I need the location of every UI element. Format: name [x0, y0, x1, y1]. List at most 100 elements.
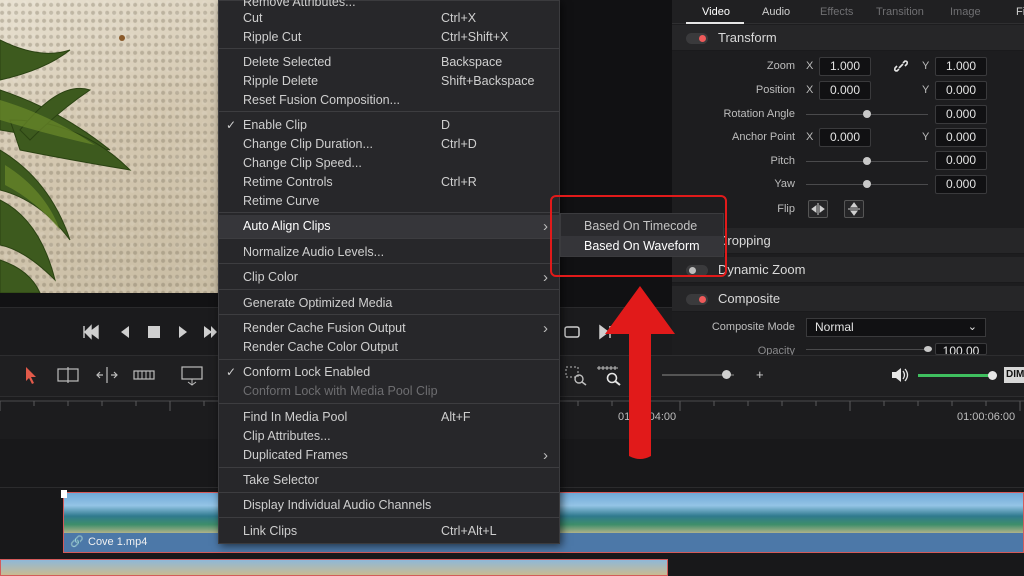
- menu-item-normalize-audio-levels[interactable]: Normalize Audio Levels...: [243, 245, 384, 259]
- volume-slider-knob[interactable]: [988, 371, 997, 380]
- menu-shortcut-delete-selected: Backspace: [441, 55, 503, 69]
- menu-item-render-cache-color-output[interactable]: Render Cache Color Output: [243, 340, 398, 354]
- audio-clip-cove[interactable]: [0, 559, 668, 576]
- pitch-slider-knob[interactable]: [863, 157, 871, 165]
- menu-item-take-selector[interactable]: Take Selector: [243, 473, 319, 487]
- menu-item-generate-optimized-media[interactable]: Generate Optimized Media: [243, 296, 392, 310]
- menu-item-ripple-delete[interactable]: Ripple Delete: [243, 74, 318, 88]
- rotation-field[interactable]: 0.000: [935, 105, 987, 124]
- menu-separator: [219, 48, 559, 49]
- menu-item-auto-align-clips[interactable]: Auto Align Clips: [243, 219, 331, 233]
- opacity-slider[interactable]: [806, 346, 932, 352]
- clip-name: Cove 1.mp4: [88, 536, 148, 548]
- flip-horizontal-button[interactable]: [808, 200, 828, 218]
- flip-vertical-button[interactable]: [844, 200, 864, 218]
- menu-item-reset-fusion-composition[interactable]: Reset Fusion Composition...: [243, 93, 400, 107]
- zoom-y-field[interactable]: 1.000: [935, 57, 987, 76]
- loop-icon[interactable]: [563, 324, 581, 340]
- menu-item-retime-controls[interactable]: Retime Controls: [243, 175, 333, 189]
- ruler-timecode-2: 01:00:06:00: [957, 411, 1016, 423]
- zoom-detail-icon[interactable]: [565, 366, 587, 386]
- composite-toggle[interactable]: [686, 294, 708, 305]
- zoom-x-field[interactable]: 1.000: [819, 57, 871, 76]
- inspector-tabs: Video Audio Effects Transition Image Fi: [672, 0, 1024, 24]
- link-zoom-icon[interactable]: [893, 59, 909, 73]
- yaw-slider-knob[interactable]: [863, 180, 871, 188]
- menu-item-clip-color[interactable]: Clip Color: [243, 270, 298, 284]
- tab-image[interactable]: Image: [950, 6, 981, 18]
- menu-item-conform-lock-enabled[interactable]: Conform Lock Enabled: [243, 365, 370, 379]
- menu-separator: [219, 212, 559, 213]
- zoom-in-icon[interactable]: +: [756, 367, 764, 382]
- trim-tool-icon[interactable]: [54, 366, 82, 384]
- yaw-slider[interactable]: [806, 180, 928, 188]
- yaw-field[interactable]: 0.000: [935, 175, 987, 194]
- menu-item-change-clip-duration[interactable]: Change Clip Duration...: [243, 137, 373, 151]
- menu-item-find-in-media-pool[interactable]: Find In Media Pool: [243, 410, 347, 424]
- menu-item-cut[interactable]: Cut: [243, 11, 262, 25]
- tab-file[interactable]: Fi: [1016, 6, 1024, 18]
- viewer-bottom-bar: [0, 293, 218, 307]
- transform-toggle[interactable]: [686, 33, 708, 44]
- menu-shortcut-find-in-media-pool: Alt+F: [441, 410, 471, 424]
- pitch-slider[interactable]: [806, 157, 928, 165]
- anchor-y-field[interactable]: 0.000: [935, 128, 987, 147]
- menu-separator: [219, 517, 559, 518]
- tab-video[interactable]: Video: [702, 6, 730, 18]
- flip-vertical-icon: [848, 202, 860, 216]
- opacity-field[interactable]: 100.00: [935, 343, 987, 355]
- menu-item-duplicated-frames[interactable]: Duplicated Frames: [243, 448, 348, 462]
- chevron-down-icon: ⌄: [967, 321, 977, 333]
- menu-item-remove-attributes[interactable]: Remove Attributes...: [243, 0, 356, 9]
- menu-item-delete-selected[interactable]: Delete Selected: [243, 55, 331, 69]
- menu-shortcut-retime-controls: Ctrl+R: [441, 175, 477, 189]
- transform-section-header[interactable]: Transform: [672, 25, 1024, 51]
- dynamic-trim-icon[interactable]: [94, 366, 120, 384]
- position-y-field[interactable]: 0.000: [935, 81, 987, 100]
- composite-section-header[interactable]: Composite: [672, 286, 1024, 312]
- play-reverse-icon[interactable]: [116, 324, 134, 340]
- selection-tool-icon[interactable]: [24, 366, 38, 384]
- volume-icon[interactable]: [890, 367, 910, 383]
- position-y-axis: Y: [922, 84, 930, 96]
- go-to-start-icon[interactable]: [82, 324, 100, 340]
- dim-button[interactable]: DIM: [1004, 367, 1024, 383]
- stop-icon[interactable]: [145, 324, 163, 340]
- menu-item-change-clip-speed[interactable]: Change Clip Speed...: [243, 156, 362, 170]
- anchor-x-field[interactable]: 0.000: [819, 128, 871, 147]
- viewer-frame: [0, 0, 218, 293]
- menu-shortcut-link-clips: Ctrl+Alt+L: [441, 524, 497, 538]
- pitch-field[interactable]: 0.000: [935, 151, 987, 170]
- menu-item-enable-clip[interactable]: Enable Clip: [243, 118, 307, 132]
- volume-slider[interactable]: [918, 371, 997, 380]
- position-x-field[interactable]: 0.000: [819, 81, 871, 100]
- menu-item-retime-curve[interactable]: Retime Curve: [243, 194, 319, 208]
- anchor-y-axis: Y: [922, 131, 930, 143]
- menu-separator: [219, 359, 559, 360]
- menu-separator: [219, 238, 559, 239]
- menu-separator: [219, 314, 559, 315]
- zoom-y-axis: Y: [922, 60, 930, 72]
- rotation-slider[interactable]: [806, 110, 928, 118]
- opacity-label: Opacity: [757, 345, 795, 355]
- opacity-slider-knob[interactable]: [924, 346, 932, 352]
- tab-effects[interactable]: Effects: [820, 6, 853, 18]
- pitch-label: Pitch: [770, 155, 795, 167]
- menu-item-render-cache-fusion-output[interactable]: Render Cache Fusion Output: [243, 321, 406, 335]
- insert-clip-icon[interactable]: [178, 364, 206, 386]
- menu-item-clip-attributes[interactable]: Clip Attributes...: [243, 429, 331, 443]
- annotation-arrow-icon: [605, 286, 675, 459]
- menu-item-display-individual-audio-channels[interactable]: Display Individual Audio Channels: [243, 498, 431, 512]
- tab-transition[interactable]: Transition: [876, 6, 924, 18]
- menu-separator: [219, 403, 559, 404]
- zoom-slider-knob[interactable]: [722, 370, 731, 379]
- play-icon[interactable]: [174, 324, 192, 340]
- menu-item-ripple-cut[interactable]: Ripple Cut: [243, 30, 301, 44]
- blade-tool-icon[interactable]: [132, 366, 156, 384]
- menu-item-link-clips[interactable]: Link Clips: [243, 524, 297, 538]
- rotation-slider-knob[interactable]: [863, 110, 871, 118]
- clip-in-marker[interactable]: [61, 490, 67, 498]
- tab-video-underline: [686, 22, 744, 24]
- tab-audio[interactable]: Audio: [762, 6, 790, 18]
- composite-mode-select[interactable]: Normal ⌄: [806, 318, 986, 337]
